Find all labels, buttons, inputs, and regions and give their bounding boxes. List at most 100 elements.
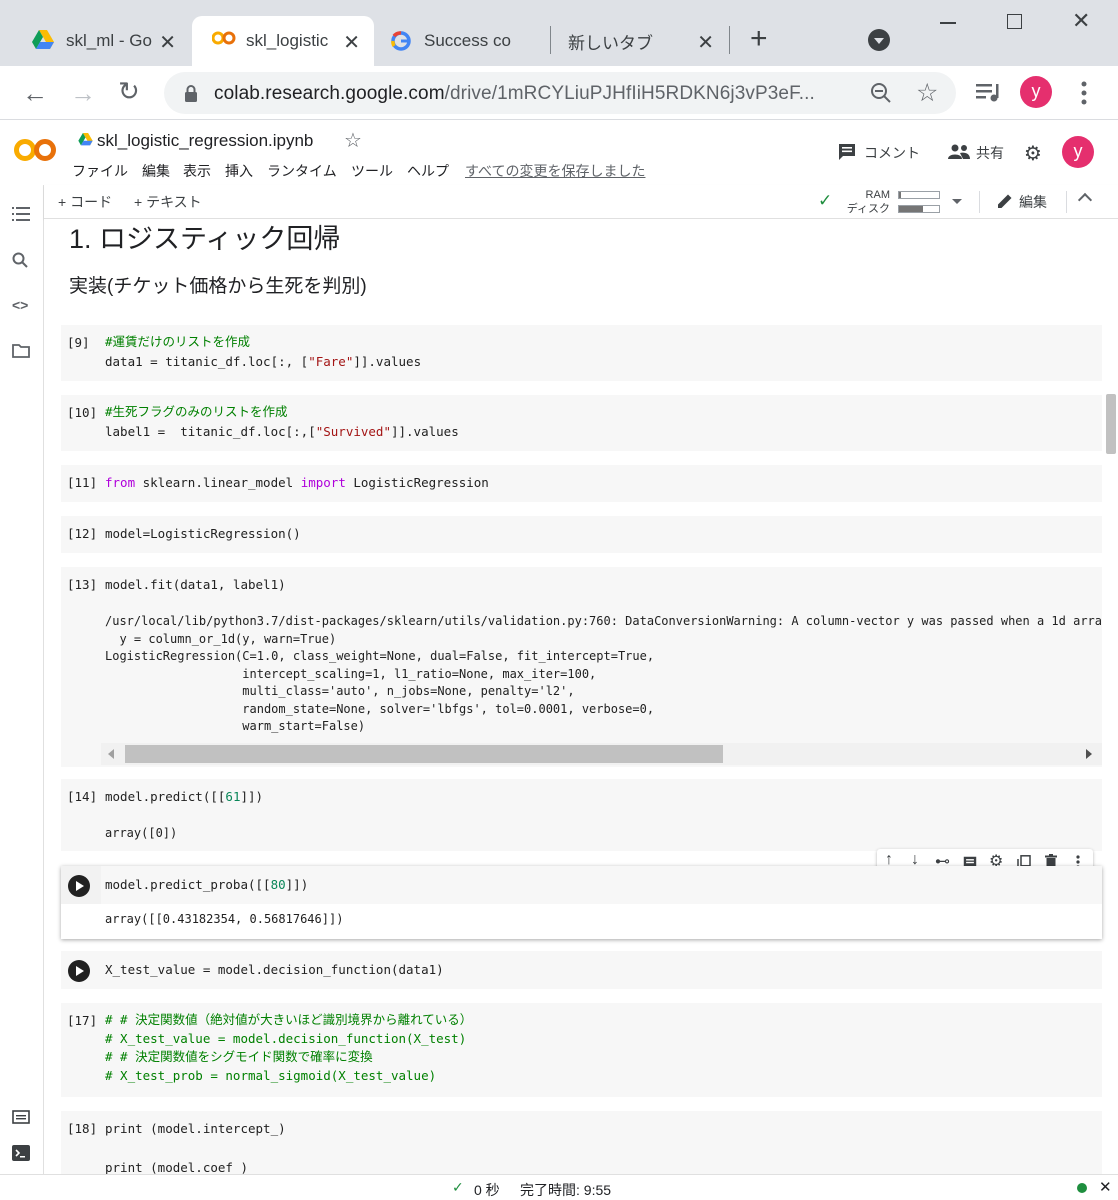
media-queue-icon[interactable] [976,82,1002,109]
number-token: 61 [225,789,241,804]
share-button[interactable]: 共有 [976,143,1004,163]
google-icon [390,30,412,52]
zoom-icon[interactable] [870,82,892,109]
forward-arrow-icon[interactable]: → [70,80,96,106]
divider [1066,191,1067,213]
edit-mode-button[interactable]: 編集 [1019,192,1047,212]
keyword-token: import [300,475,346,490]
menu-edit[interactable]: 編集 [142,161,170,181]
colab-header: skl_logistic_regression.ipynb ☆ ファイル 編集 … [0,121,1118,185]
runtime-dropdown-icon[interactable] [952,199,962,204]
address-bar[interactable]: colab.research.google.com/drive/1mRCYLiu… [164,72,956,114]
comment-button[interactable]: コメント [864,143,920,163]
execution-count: [13] [67,577,98,592]
tab-skl-logistic[interactable]: skl_logistic ✕ [192,16,374,66]
new-tab-button[interactable]: + [750,24,768,54]
drive-file-icon [78,133,93,151]
close-tab-icon[interactable]: ✕ [697,30,714,55]
output-line: intercept_scaling=1, l1_ratio=None, max_… [105,666,597,681]
code-cell[interactable]: [12] model=LogisticRegression() [61,516,1102,553]
terminal-icon[interactable] [12,1145,30,1166]
url-host: colab.research.google.com [214,83,445,104]
tab-skl-ml[interactable]: skl_ml - Go ✕ [18,16,190,66]
code-line: # X_test_value = model.decision_function… [105,1030,467,1046]
horizontal-scrollbar[interactable] [101,743,1102,765]
code-cell-selected[interactable]: model.predict_proba([[80]]) array([[0.43… [61,866,1102,939]
string-token: "Survived" [315,424,391,439]
menu-tools[interactable]: ツール [351,161,393,181]
settings-gear-icon[interactable]: ⚙ [1024,141,1042,166]
search-icon[interactable] [12,252,28,273]
code-cell[interactable]: [10] #生死フラグのみのリストを作成 label1 = titanic_df… [61,395,1102,451]
lock-icon [184,85,198,107]
share-people-icon [948,144,970,165]
code-line: from sklearn.linear_model import Logisti… [105,475,489,490]
code-cell[interactable]: [13] model.fit(data1, label1) /usr/local… [61,567,1102,767]
cell-output: array([0]) [105,826,178,840]
code-line: # # 決定関数値をシグモイド関数で確率に変換 [105,1049,373,1064]
code-cell[interactable]: [17] # # 決定関数値（絶対値が大きいほど識別境界から離れている） # X_… [61,1003,1102,1097]
table-of-contents-icon[interactable] [12,207,30,226]
code-snippets-icon[interactable]: <> [12,297,28,313]
save-status-link[interactable]: すべての変更を保存しました [465,161,645,181]
menu-file[interactable]: ファイル [72,161,128,181]
disk-meter[interactable] [898,205,940,213]
close-status-button[interactable]: ✕ [1099,1178,1112,1196]
code-line: model.predict([[61]]) [105,789,264,804]
maximize-button[interactable] [1007,14,1022,29]
browser-avatar[interactable]: y [1020,76,1052,108]
command-palette-icon[interactable] [12,1110,30,1129]
minimize-button[interactable] [940,22,956,24]
code-cell[interactable]: [18] print (model.intercept_) print (mod… [61,1111,1102,1174]
star-icon[interactable]: ☆ [344,128,362,153]
scroll-right-icon[interactable] [1086,749,1092,759]
run-cell-button[interactable] [68,960,90,982]
bookmark-star-icon[interactable]: ☆ [916,78,938,108]
code-cell[interactable]: [11] from sklearn.linear_model import Lo… [61,465,1102,502]
code-cell[interactable]: [14] model.predict([[61]]) array([0]) [61,779,1102,851]
menu-runtime[interactable]: ランタイム [267,161,337,181]
colab-logo-icon[interactable] [14,137,58,168]
close-tab-icon[interactable]: ✕ [343,30,360,55]
code-line: # # 決定関数値（絶対値が大きいほど識別境界から離れている） [105,1012,473,1027]
add-code-button[interactable]: + コード [58,192,112,212]
add-text-button[interactable]: + テキスト [134,192,202,212]
section-subheading: 実装(チケット価格から生死を判別) [69,276,367,297]
notebook-filename[interactable]: skl_logistic_regression.ipynb [97,131,313,151]
code-line: print (model.coef_) [105,1160,248,1174]
colab-avatar[interactable]: y [1062,136,1094,168]
notebook-area: 1. ロジスティック回帰 実装(チケット価格から生死を判別) [9] #運賃だけ… [44,219,1118,1174]
comment-icon [838,143,856,166]
tab-success[interactable]: Success co [376,16,548,66]
code-line: X_test_value = model.decision_function(d… [105,962,444,977]
code-line: model.fit(data1, label1) [105,577,286,592]
menu-help[interactable]: ヘルプ [407,161,449,181]
collapse-header-icon[interactable] [1077,192,1093,208]
reload-icon[interactable]: ↻ [118,78,140,104]
folder-icon[interactable] [12,344,30,363]
execution-time: 0 秒 [474,1182,500,1198]
menu-view[interactable]: 表示 [183,161,211,181]
tab-new-tab[interactable]: 新しいタブ ✕ [552,16,728,66]
code-line: label1 = titanic_df.loc[:,["Survived"]].… [105,424,459,439]
scrollbar-thumb[interactable] [125,745,723,763]
back-arrow-icon[interactable]: ← [22,80,48,106]
code-line: print (model.intercept_) [105,1121,286,1136]
tab-search-button[interactable] [868,29,890,51]
execution-count: [10] [67,405,98,420]
scroll-left-icon[interactable] [108,749,114,759]
code-cell[interactable]: [9] #運賃だけのリストを作成 data1 = titanic_df.loc[… [61,325,1102,381]
menu-insert[interactable]: 挿入 [225,161,253,181]
browser-menu-icon[interactable] [1081,81,1087,110]
tab-separator [729,26,730,54]
close-tab-icon[interactable]: ✕ [159,30,176,55]
browser-toolbar: ← → ↻ colab.research.google.com/drive/1m… [0,66,1118,120]
code-cell[interactable]: X_test_value = model.decision_function(d… [61,951,1102,989]
window-close-button[interactable]: ✕ [1072,8,1090,34]
ram-meter[interactable] [898,191,940,199]
tab-label: skl_ml - Go [66,31,152,50]
code-line: #生死フラグのみのリストを作成 [105,404,288,419]
vertical-scrollbar-thumb[interactable] [1106,394,1116,454]
run-cell-button[interactable] [68,875,90,897]
chevron-down-icon [874,38,884,44]
